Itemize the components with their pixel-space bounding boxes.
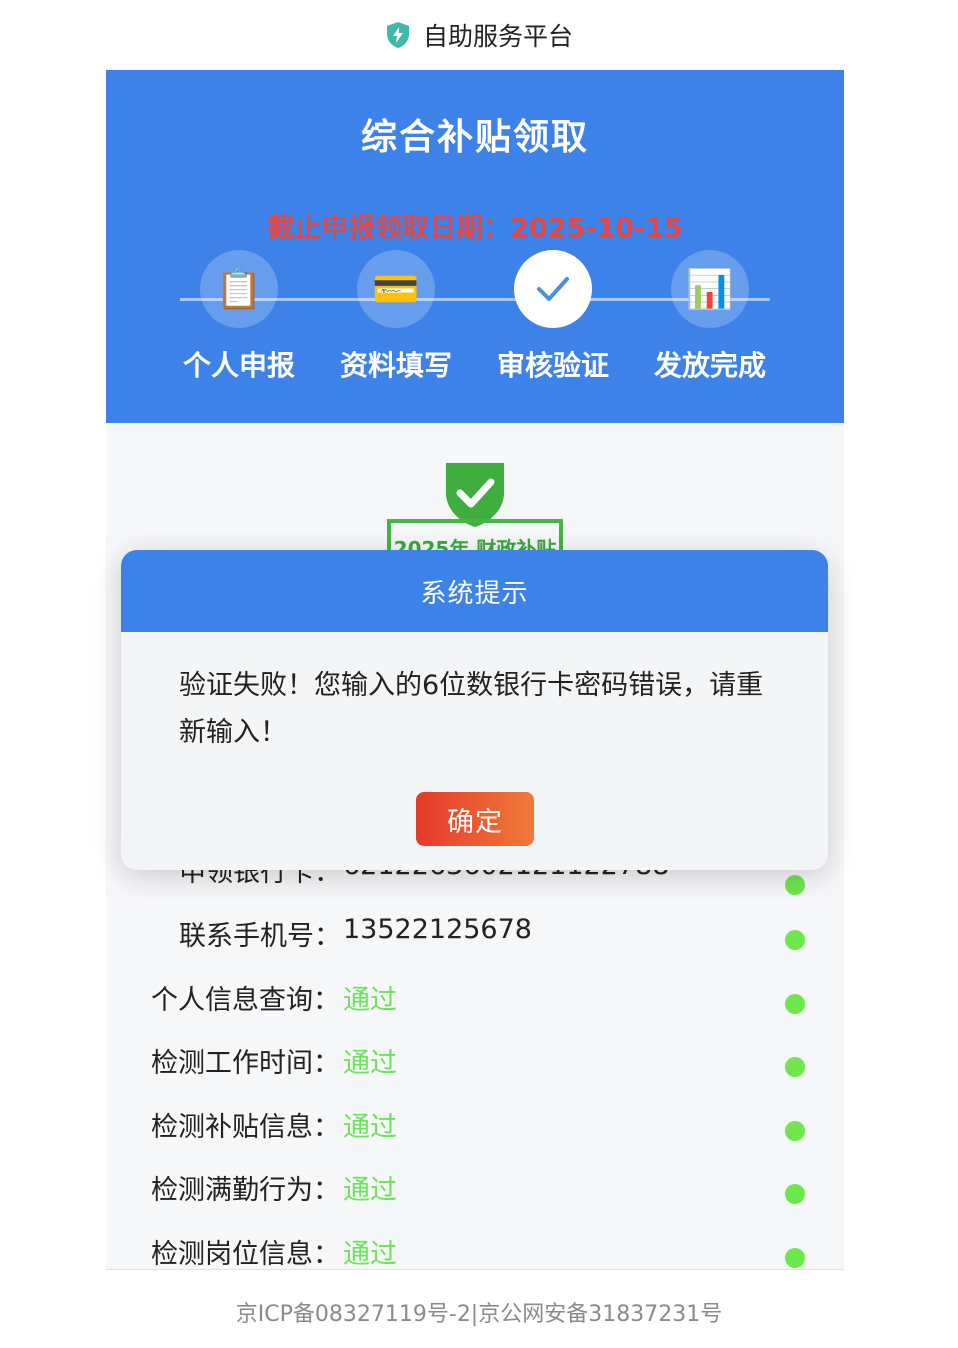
check-label: 检测岗位信息： — [151, 1239, 340, 1270]
check-label: 检测补贴信息： — [151, 1112, 340, 1143]
page-title: 综合补贴领取 — [360, 117, 589, 158]
check-label: 检测满勤行为： — [151, 1175, 340, 1206]
dialog-message: 验证失败！您输入的6位数银行卡密码错误，请重新输入！ — [179, 670, 764, 748]
list-item: 联系手机号： 13522125678 — [106, 914, 844, 978]
check-icon — [514, 250, 592, 328]
step-fill-info: 💳 资料填写 — [336, 250, 456, 384]
status-dot — [785, 1121, 805, 1141]
status-dot — [785, 1248, 805, 1268]
footer-icp: 京ICP备08327119号-2|京公网安备31837231号 — [235, 1302, 723, 1327]
shield-bolt-icon — [386, 22, 409, 48]
phone-value: 13522125678 — [343, 914, 532, 945]
clipboard-icon: 📋 — [200, 250, 278, 328]
check-status: 通过 — [343, 1239, 397, 1270]
footer-divider — [106, 1269, 844, 1270]
deadline-text: 截止申报领取日期：2025-10-15 — [106, 206, 844, 245]
check-label: 个人信息查询： — [151, 985, 340, 1016]
step-complete: 📊 发放完成 — [650, 250, 770, 384]
subsidy-badge: 2025年 财政补贴 — [106, 423, 844, 579]
check-status: 通过 — [343, 1048, 397, 1079]
confirm-button[interactable]: 确定 — [416, 792, 534, 846]
step-personal-report: 📋 个人申报 — [179, 250, 299, 384]
step-label: 发放完成 — [653, 349, 766, 382]
status-dot — [785, 930, 805, 950]
list-item: 个人信息查询： 通过 — [106, 978, 844, 1042]
step-label: 个人申报 — [182, 349, 295, 382]
list-item: 检测岗位信息： 通过 — [106, 1232, 844, 1270]
dialog-title: 系统提示 — [121, 550, 828, 632]
status-dot — [785, 994, 805, 1014]
hero-banner: 综合补贴领取 截止申报领取日期：2025-10-15 📋 个人申报 💳 资料填写… — [106, 70, 844, 423]
step-label: 审核验证 — [496, 349, 609, 382]
deadline-date: 2025-10-15 — [510, 213, 683, 244]
list-item: 检测工作时间： 通过 — [106, 1041, 844, 1105]
step-review-verify: 审核验证 — [493, 250, 613, 384]
check-status: 通过 — [343, 1112, 397, 1143]
status-dot — [785, 875, 805, 895]
step-label: 资料填写 — [339, 349, 452, 382]
top-bar: 自助服务平台 — [0, 0, 958, 70]
check-label: 检测工作时间： — [151, 1048, 340, 1079]
list-item: 检测补贴信息： 通过 — [106, 1105, 844, 1169]
check-status: 通过 — [343, 1175, 397, 1206]
check-status: 通过 — [343, 985, 397, 1016]
status-dot — [785, 1184, 805, 1204]
credit-card-icon: 💳 — [357, 250, 435, 328]
platform-title: 自助服务平台 — [422, 22, 573, 51]
bar-chart-icon: 📊 — [671, 250, 749, 328]
system-alert-dialog: 系统提示 验证失败！您输入的6位数银行卡密码错误，请重新输入！ 确定 — [121, 550, 828, 870]
list-item: 检测满勤行为： 通过 — [106, 1168, 844, 1232]
deadline-label: 截止申报领取日期： — [267, 213, 511, 244]
status-dot — [785, 1057, 805, 1077]
phone-label: 联系手机号： — [179, 921, 341, 952]
